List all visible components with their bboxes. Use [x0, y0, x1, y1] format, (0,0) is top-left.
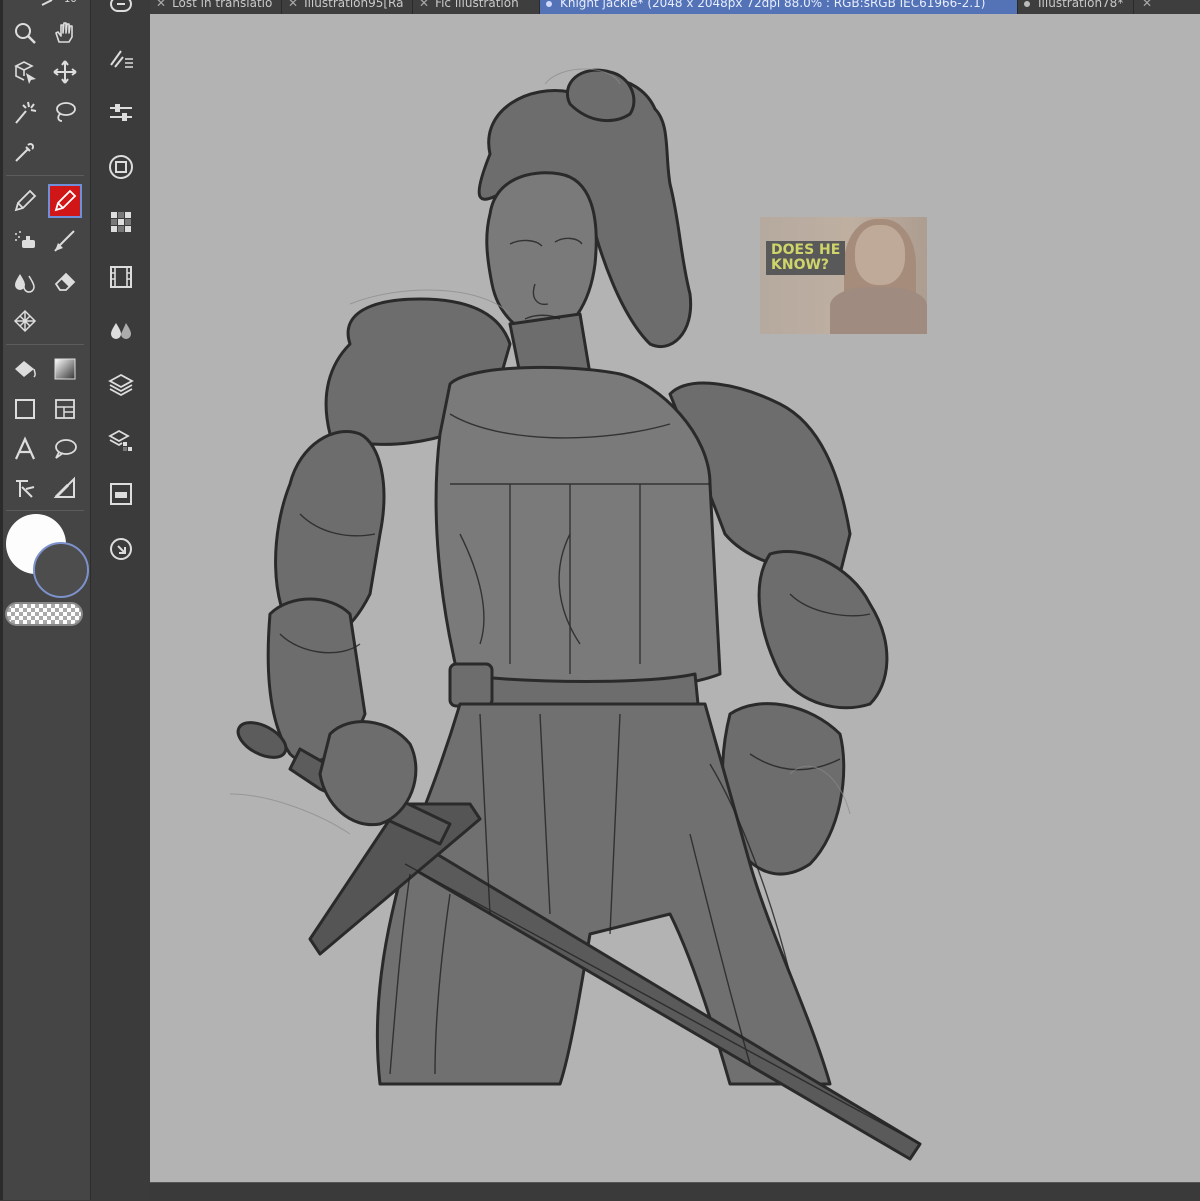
sub-color-swatch[interactable]: [33, 542, 89, 598]
tab-illustration78[interactable]: Illustration78*: [1018, 0, 1134, 14]
gradient-icon[interactable]: [48, 352, 82, 386]
knight-sketch-artwork: [229, 68, 922, 1161]
decoration-icon[interactable]: [8, 304, 42, 338]
sub-tool-icon[interactable]: [104, 0, 138, 22]
close-icon[interactable]: ✕: [156, 0, 166, 9]
layer-icon[interactable]: [104, 368, 138, 402]
zoom-icon[interactable]: [8, 16, 42, 50]
rectangle-icon[interactable]: [8, 392, 42, 426]
eyedropper-icon[interactable]: [8, 135, 42, 169]
tab-fic-illustration[interactable]: ✕ Fic illustration: [413, 0, 540, 14]
object-select-icon[interactable]: [8, 55, 42, 89]
layer-property-icon[interactable]: [104, 423, 138, 457]
tab-knight-jackie[interactable]: Knight jackie* (2048 x 2048px 72dpi 88.0…: [540, 0, 1018, 14]
canvas-status-bar: [150, 1182, 1200, 1201]
palette-edge: [0, 0, 3, 1200]
search-layer-icon[interactable]: [104, 532, 138, 566]
navigator-icon[interactable]: [104, 477, 138, 511]
tool-property-icon[interactable]: [104, 96, 138, 130]
tab-illustration95[interactable]: ✕ Illustration95[Ra: [282, 0, 413, 14]
text-icon[interactable]: [8, 432, 42, 466]
magic-wand-icon[interactable]: [8, 95, 42, 129]
ruler-icon[interactable]: [8, 471, 42, 505]
palette-separator: [6, 344, 84, 345]
modified-dot-icon: [1024, 1, 1030, 7]
tab-menu[interactable]: ✕: [1134, 0, 1200, 14]
palette-separator: [6, 510, 84, 511]
brush-size-icon[interactable]: [104, 42, 138, 76]
airbrush-icon[interactable]: [8, 224, 42, 258]
close-icon[interactable]: ✕: [288, 0, 298, 9]
color-wheel-icon[interactable]: [104, 150, 138, 184]
palette-separator: [6, 175, 84, 176]
pen-icon[interactable]: [8, 184, 42, 218]
blend-icon[interactable]: [8, 264, 42, 298]
lasso-icon[interactable]: [48, 95, 82, 129]
hand-icon[interactable]: [48, 16, 82, 50]
transparent-color-swatch[interactable]: [5, 602, 83, 626]
close-icon[interactable]: ✕: [1142, 0, 1152, 9]
brush-icon[interactable]: [48, 224, 82, 258]
color-set-icon[interactable]: [104, 205, 138, 239]
command-bar-vertical: [90, 0, 151, 1200]
reference-image-overlay[interactable]: DOES HE KNOW?: [760, 217, 927, 334]
modified-dot-icon: [546, 1, 552, 7]
pencil-icon[interactable]: [48, 184, 82, 218]
fill-icon[interactable]: [8, 352, 42, 386]
color-history-icon[interactable]: [104, 314, 138, 348]
drawing-canvas[interactable]: DOES HE KNOW?: [150, 14, 1200, 1182]
balloon-icon[interactable]: [48, 432, 82, 466]
tool-palette: 10: [0, 0, 90, 1200]
eraser-icon[interactable]: [48, 264, 82, 298]
reference-image-caption: DOES HE KNOW?: [766, 241, 846, 275]
correct-line-icon[interactable]: [48, 471, 82, 505]
brush-size-indicator: 10: [34, 0, 84, 6]
document-tab-bar: ✕ Lost in translatio ✕ Illustration95[Ra ✕…: [150, 0, 1200, 14]
move-icon[interactable]: [48, 55, 82, 89]
frame-icon[interactable]: [48, 392, 82, 426]
tab-lost-in-translation[interactable]: ✕ Lost in translatio: [150, 0, 282, 14]
close-icon[interactable]: ✕: [419, 0, 429, 9]
animation-icon[interactable]: [104, 260, 138, 294]
